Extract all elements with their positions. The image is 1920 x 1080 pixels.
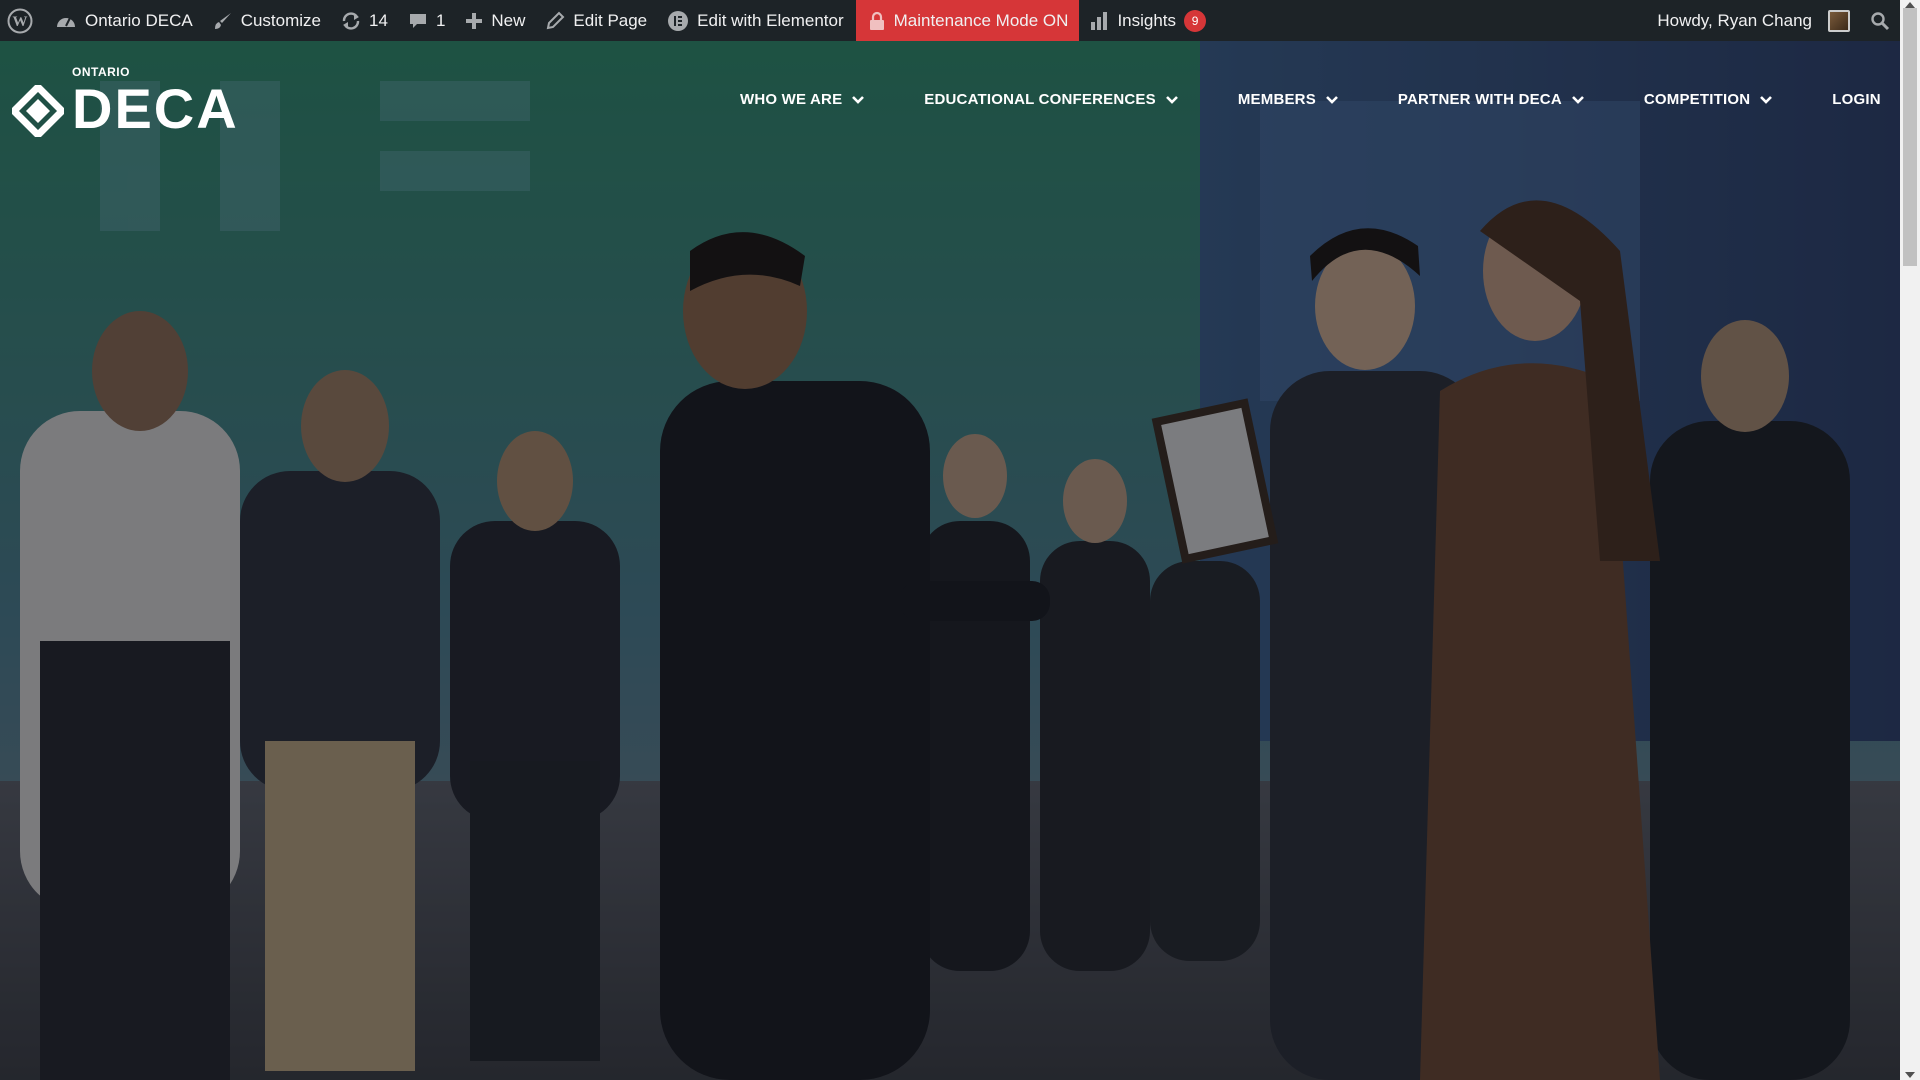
nav-educational-conferences[interactable]: EDUCATIONAL CONFERENCES xyxy=(924,91,1178,108)
hero-dark-overlay xyxy=(0,41,1900,1080)
comments-count: 1 xyxy=(435,10,446,30)
avatar xyxy=(1828,9,1850,32)
wordpress-logo-icon: W xyxy=(7,8,33,33)
insights-menu[interactable]: Insights 9 xyxy=(1079,0,1216,41)
nav-label: LOGIN xyxy=(1832,91,1881,108)
nav-partner-with-deca[interactable]: PARTNER WITH DECA xyxy=(1398,91,1584,108)
nav-label: EDUCATIONAL CONFERENCES xyxy=(924,91,1156,108)
scroll-down-arrow-icon[interactable] xyxy=(1905,1072,1915,1078)
logo-wordmark: ONTARIO DECA xyxy=(72,65,239,140)
site-logo[interactable]: ONTARIO DECA xyxy=(12,65,239,140)
page-scrollbar[interactable] xyxy=(1900,0,1920,1080)
edit-elementor-link[interactable]: Edit with Elementor xyxy=(657,0,853,41)
admin-search[interactable] xyxy=(1860,0,1900,41)
customize-label: Customize xyxy=(240,10,322,30)
my-account-menu[interactable]: Howdy, Ryan Chang xyxy=(1647,0,1860,41)
nav-members[interactable]: MEMBERS xyxy=(1238,91,1338,108)
site-name-label: Ontario DECA xyxy=(85,10,193,30)
pencil-icon xyxy=(547,11,565,29)
maintenance-label: Maintenance Mode ON xyxy=(893,10,1069,30)
wp-logo-menu[interactable]: W xyxy=(0,0,45,41)
scroll-thumb[interactable] xyxy=(1903,8,1917,266)
lock-icon xyxy=(869,11,884,30)
svg-text:W: W xyxy=(13,14,28,30)
comment-icon xyxy=(409,13,426,28)
refresh-icon xyxy=(342,11,360,30)
site-name-menu[interactable]: Ontario DECA xyxy=(45,0,203,41)
admin-bar: W Ontario DECA Customize 14 1 New Edit P… xyxy=(0,0,1900,41)
elementor-icon xyxy=(668,10,689,31)
nav-label: WHO WE ARE xyxy=(740,91,843,108)
edit-page-label: Edit Page xyxy=(573,10,648,30)
edit-page-link[interactable]: Edit Page xyxy=(535,0,657,41)
nav-label: PARTNER WITH DECA xyxy=(1397,91,1562,108)
howdy-label: Howdy, Ryan Chang xyxy=(1657,10,1812,30)
chevron-down-icon xyxy=(1571,95,1584,104)
hero-background xyxy=(0,41,1900,1080)
maintenance-mode-toggle[interactable]: Maintenance Mode ON xyxy=(855,0,1080,41)
bar-chart-icon xyxy=(1091,11,1108,30)
site-header: ONTARIO DECA WHO WE ARE EDUCATIONAL CONF… xyxy=(0,41,1900,163)
chevron-down-icon xyxy=(1165,95,1178,104)
nav-who-we-are[interactable]: WHO WE ARE xyxy=(740,91,865,108)
nav-competition[interactable]: COMPETITION xyxy=(1643,91,1773,108)
nav-label: COMPETITION xyxy=(1643,91,1751,108)
insights-badge: 9 xyxy=(1184,9,1207,32)
nav-login[interactable]: LOGIN xyxy=(1832,91,1881,108)
customize-link[interactable]: Customize xyxy=(203,0,331,41)
chevron-down-icon xyxy=(852,95,865,104)
main-navigation: WHO WE ARE EDUCATIONAL CONFERENCES MEMBE… xyxy=(740,91,1881,108)
logo-ontario-text: ONTARIO xyxy=(72,65,130,79)
new-label: New xyxy=(491,10,526,30)
deca-diamond-logo-icon xyxy=(12,85,64,137)
paintbrush-icon xyxy=(214,12,231,29)
plus-icon xyxy=(466,12,483,29)
chevron-down-icon xyxy=(1760,95,1773,104)
logo-deca-text: DECA xyxy=(72,77,239,140)
dashboard-icon xyxy=(57,17,75,27)
updates-link[interactable]: 14 xyxy=(331,0,398,41)
updates-count: 14 xyxy=(369,10,388,30)
nav-label: MEMBERS xyxy=(1237,91,1316,108)
search-icon xyxy=(1871,11,1890,30)
edit-elementor-label: Edit with Elementor xyxy=(697,10,844,30)
comments-link[interactable]: 1 xyxy=(398,0,455,41)
insights-label: Insights xyxy=(1117,10,1177,30)
new-content-menu[interactable]: New xyxy=(455,0,535,41)
chevron-down-icon xyxy=(1326,95,1338,104)
